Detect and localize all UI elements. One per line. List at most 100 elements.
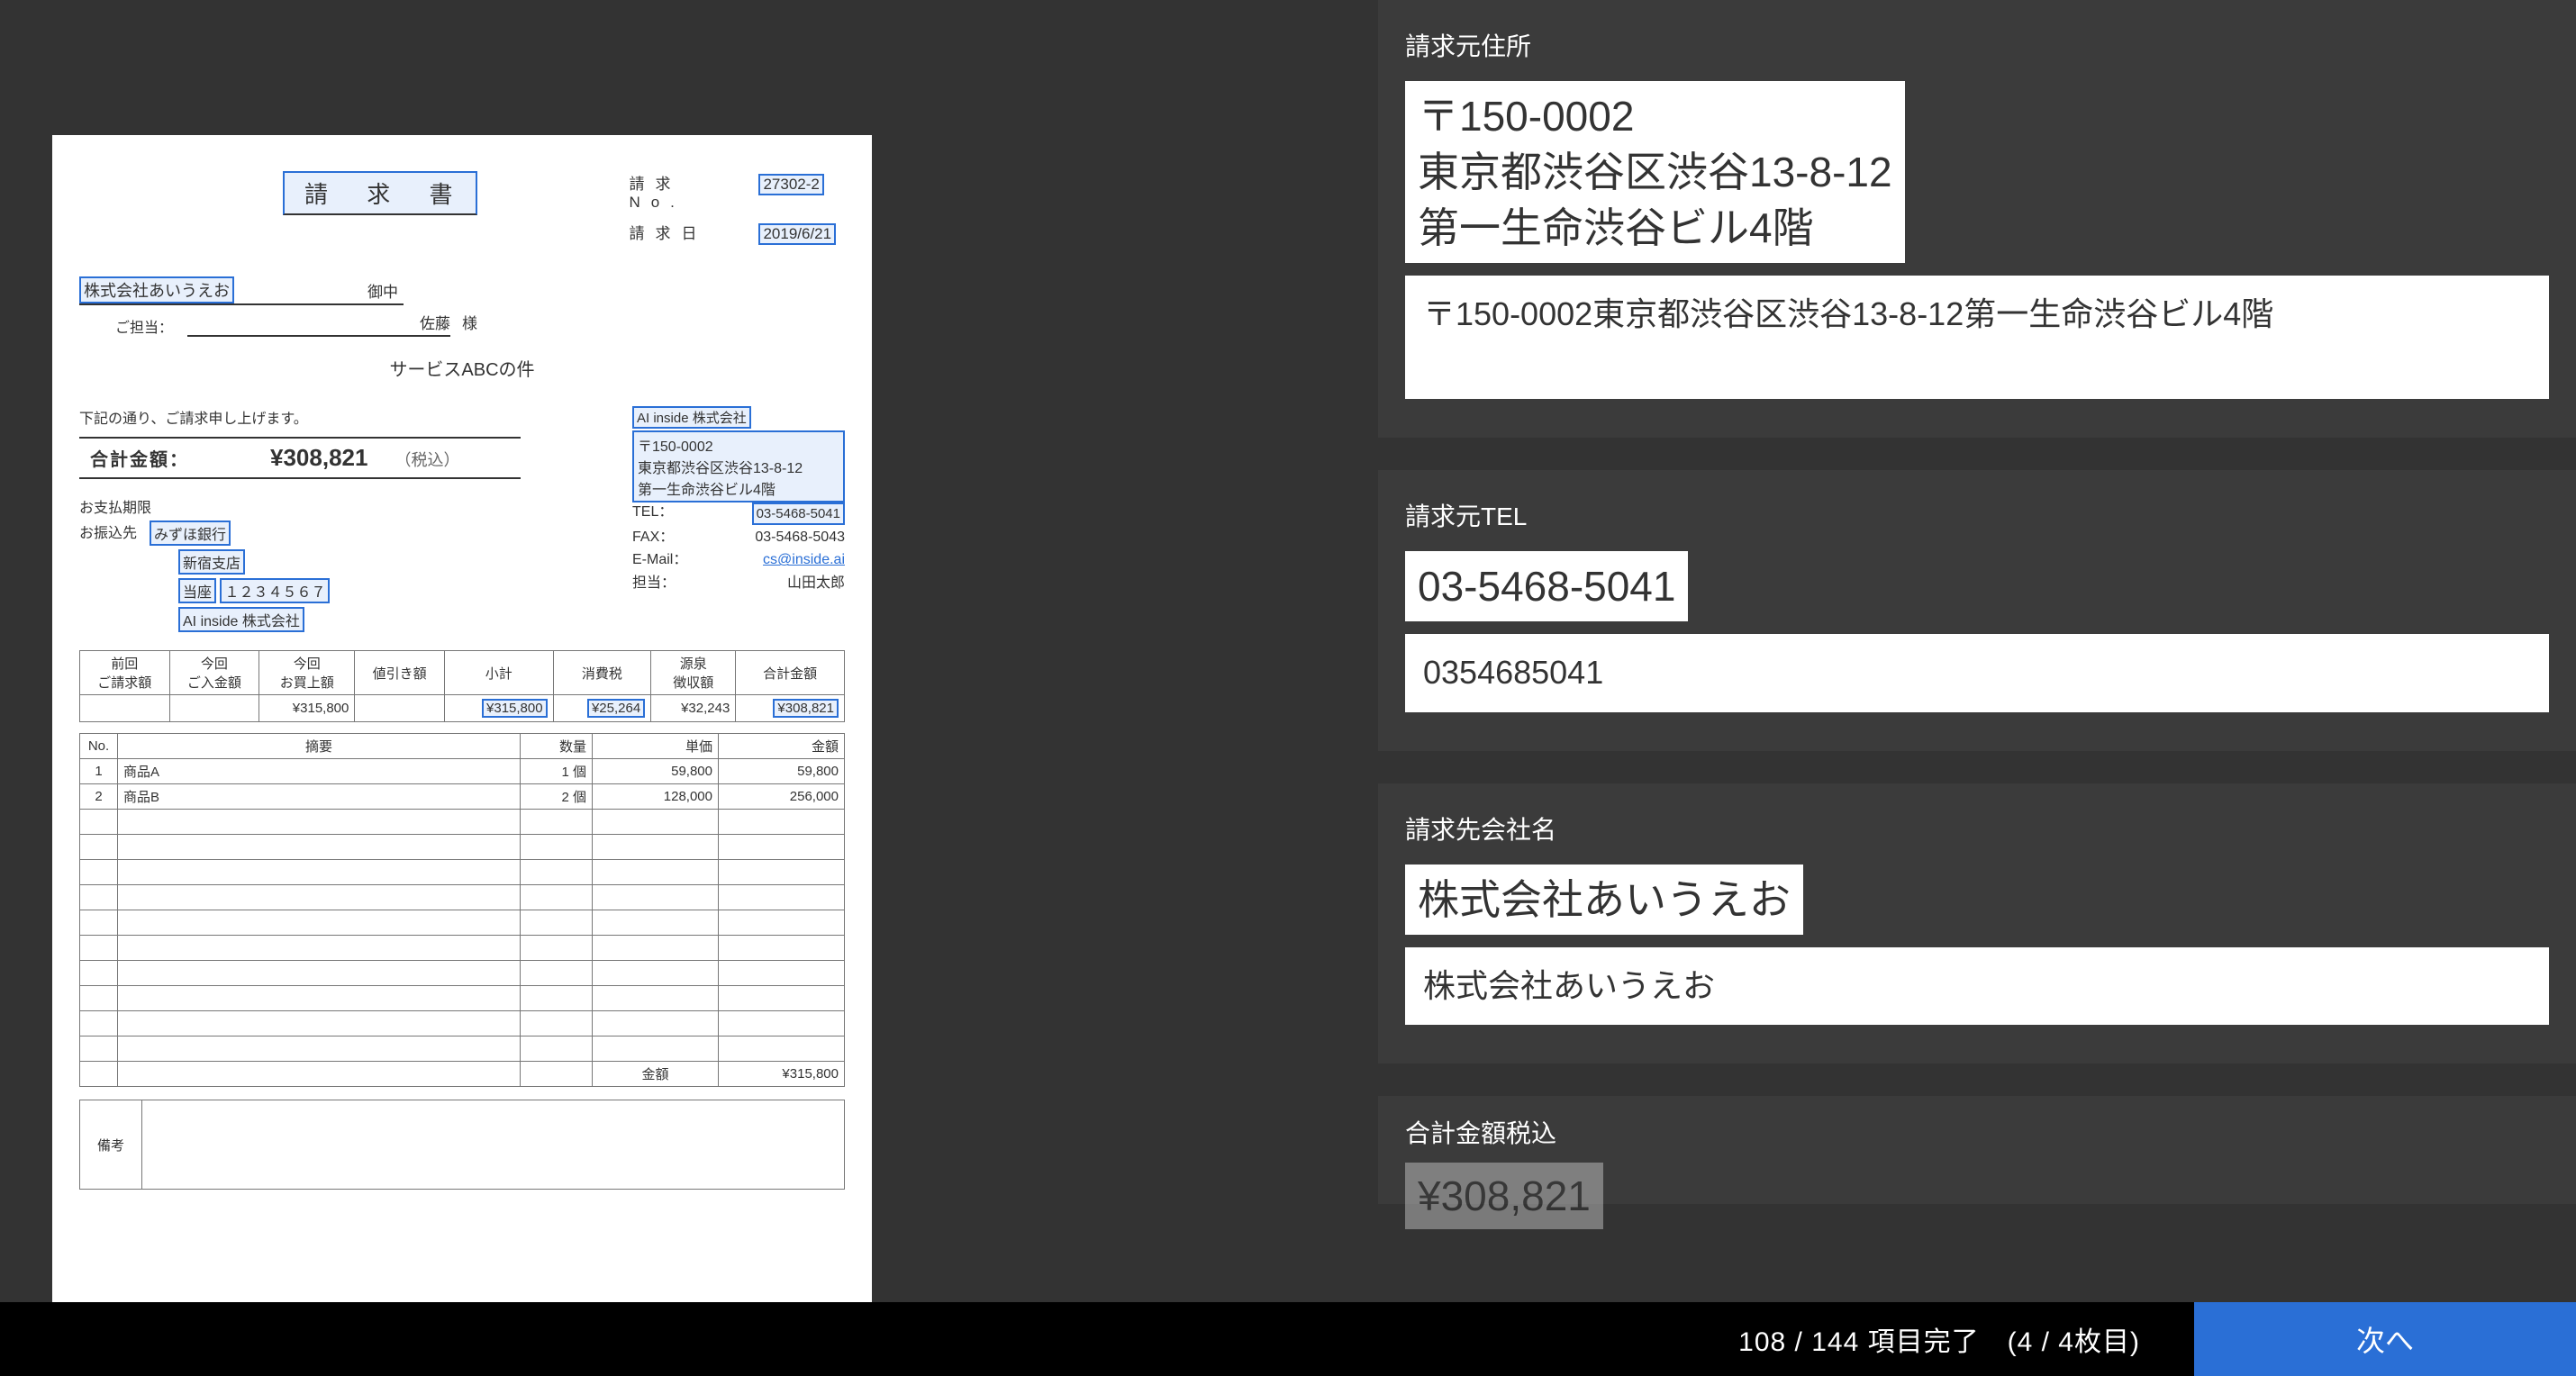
issuer-addr2: 第一生命渋谷ビル4階 [638,477,839,499]
summary-header: 小計 [444,651,553,695]
summary-value [355,695,445,722]
table-row-empty [80,1037,845,1062]
issuer-addr1: 東京都渋谷区渋谷13-8-12 [638,456,839,477]
summary-header: 今回お買上額 [259,651,355,695]
item-qty: 2 個 [521,784,593,810]
item-price: 128,000 [593,784,719,810]
bank-label: お振込先 [79,521,137,546]
item-no: 2 [80,784,118,810]
account-holder: AI inside 株式会社 [178,607,304,632]
items-total-value: ¥315,800 [719,1062,845,1087]
summary-value [169,695,259,722]
issuer-fax: 03-5468-5043 [755,528,845,548]
invoice-notice: 下記の通り、ご請求申し上げます。 [79,406,605,428]
contact-label: ご担当： [115,315,173,337]
field-input[interactable] [1405,947,2549,1025]
items-header-amt: 金額 [719,734,845,759]
branch-name: 新宿支店 [178,549,245,575]
issuer-company: AI inside 株式会社 [632,406,751,429]
field-label: 請求先会社名 [1405,810,2549,846]
items-header-no: No. [80,734,118,759]
pay-due-label: お支払期限 [79,495,151,517]
total-tax: （税込） [395,448,459,471]
issuer-fax-label: FAX： [632,528,674,548]
table-row: 2商品B2 個128,000256,000 [80,784,845,810]
table-row-empty [80,986,845,1011]
item-amt: 256,000 [719,784,845,810]
invoice-date-label: 請求日 [629,221,713,243]
recipient-company: 株式会社あいうえお [79,276,234,303]
field-label: 請求元TEL [1405,497,2549,533]
field-snippet-peek: ¥308,821 [1405,1163,1603,1229]
summary-value: ¥308,821 [736,695,845,722]
invoice-no-value: 27302-2 [758,174,823,195]
account-type: 当座 [178,578,216,603]
issuer-block: AI inside 株式会社 〒150-0002 東京都渋谷区渋谷13-8-12… [632,406,845,596]
issuer-contact: 山田太郎 [787,574,845,593]
table-row-empty [80,885,845,910]
field-label-peek: 合計金額税込 [1405,1114,2549,1150]
invoice-document: 請 求 書 請求No. 27302-2 請求日 2019/6/21 株式会社あい… [52,135,872,1306]
field-card: 請求元住所〒150-0002東京都渋谷区渋谷13-8-12第一生命渋谷ビル4階 [1378,0,2576,438]
summary-value: ¥25,264 [553,695,651,722]
summary-header: 消費税 [553,651,651,695]
contact-sama: 様 [462,311,477,333]
table-row: 1商品A1 個59,80059,800 [80,759,845,784]
summary-header: 前回ご請求額 [80,651,170,695]
issuer-postal: 〒150-0002 [638,434,839,456]
table-row-empty [80,936,845,961]
item-desc: 商品A [118,759,521,784]
form-panel: 請求元住所〒150-0002東京都渋谷区渋谷13-8-12第一生命渋谷ビル4階請… [1378,0,2576,1376]
bottom-bar: 108 / 144 項目完了 (4 / 4枚目) 次へ [0,1302,2576,1376]
item-desc: 商品B [118,784,521,810]
issuer-contact-label: 担当： [632,574,676,593]
summary-table: 前回ご請求額今回ご入金額今回お買上額値引き額小計消費税源泉徴収額合計金額 ¥31… [79,650,845,722]
progress-text: 108 / 144 項目完了 (4 / 4枚目) [1738,1319,2140,1359]
items-table: No. 摘要 数量 単価 金額 1商品A1 個59,80059,8002商品B2… [79,733,845,1087]
recipient-onchu: 御中 [367,279,398,302]
summary-value: ¥32,243 [651,695,736,722]
table-row-empty [80,835,845,860]
field-label: 請求元住所 [1405,27,2549,63]
document-preview-panel: 請 求 書 請求No. 27302-2 請求日 2019/6/21 株式会社あい… [0,0,1360,1376]
items-header-desc: 摘要 [118,734,521,759]
remarks-label: 備考 [79,1100,142,1190]
table-row-empty [80,810,845,835]
field-card: 請求先会社名株式会社あいうえお [1378,783,2576,1064]
summary-header: 合計金額 [736,651,845,695]
total-label: 合計金額： [90,445,189,471]
account-no: １２３４５６７ [220,578,330,603]
field-snippet: 株式会社あいうえお [1405,865,1803,935]
field-card: 請求元TEL 03-5468-5041 [1378,470,2576,750]
field-input[interactable] [1405,634,2549,711]
issuer-email-label: E-Mail： [632,550,687,570]
field-card-peek: 合計金額税込 ¥308,821 [1378,1096,2576,1204]
summary-header: 源泉徴収額 [651,651,736,695]
table-row-empty [80,910,845,936]
issuer-tel-label: TEL： [632,502,673,525]
field-snippet: 03-5468-5041 [1405,551,1688,621]
invoice-title: 請 求 書 [283,171,477,215]
item-price: 59,800 [593,759,719,784]
items-total-label: 金額 [593,1062,719,1087]
remarks-box [142,1100,845,1190]
items-total-row: 金額¥315,800 [80,1062,845,1087]
bank-name: みずほ銀行 [150,521,231,546]
summary-value: ¥315,800 [444,695,553,722]
table-row-empty [80,860,845,885]
total-amount-row: 合計金額： ¥308,821 （税込） [79,437,521,479]
summary-header: 今回ご入金額 [169,651,259,695]
item-qty: 1 個 [521,759,593,784]
field-input[interactable] [1405,276,2549,399]
summary-header: 値引き額 [355,651,445,695]
issuer-tel: 03-5468-5041 [752,502,845,525]
invoice-no-label: 請求No. [629,171,713,212]
next-button[interactable]: 次へ [2194,1302,2576,1376]
contact-name: 佐藤 [420,315,450,332]
invoice-meta: 請求No. 27302-2 請求日 2019/6/21 [629,171,836,254]
invoice-date-value: 2019/6/21 [758,223,836,245]
item-amt: 59,800 [719,759,845,784]
total-amount: ¥308,821 [270,444,367,472]
field-snippet: 〒150-0002東京都渋谷区渋谷13-8-12第一生命渋谷ビル4階 [1405,81,1905,263]
table-row-empty [80,1011,845,1037]
